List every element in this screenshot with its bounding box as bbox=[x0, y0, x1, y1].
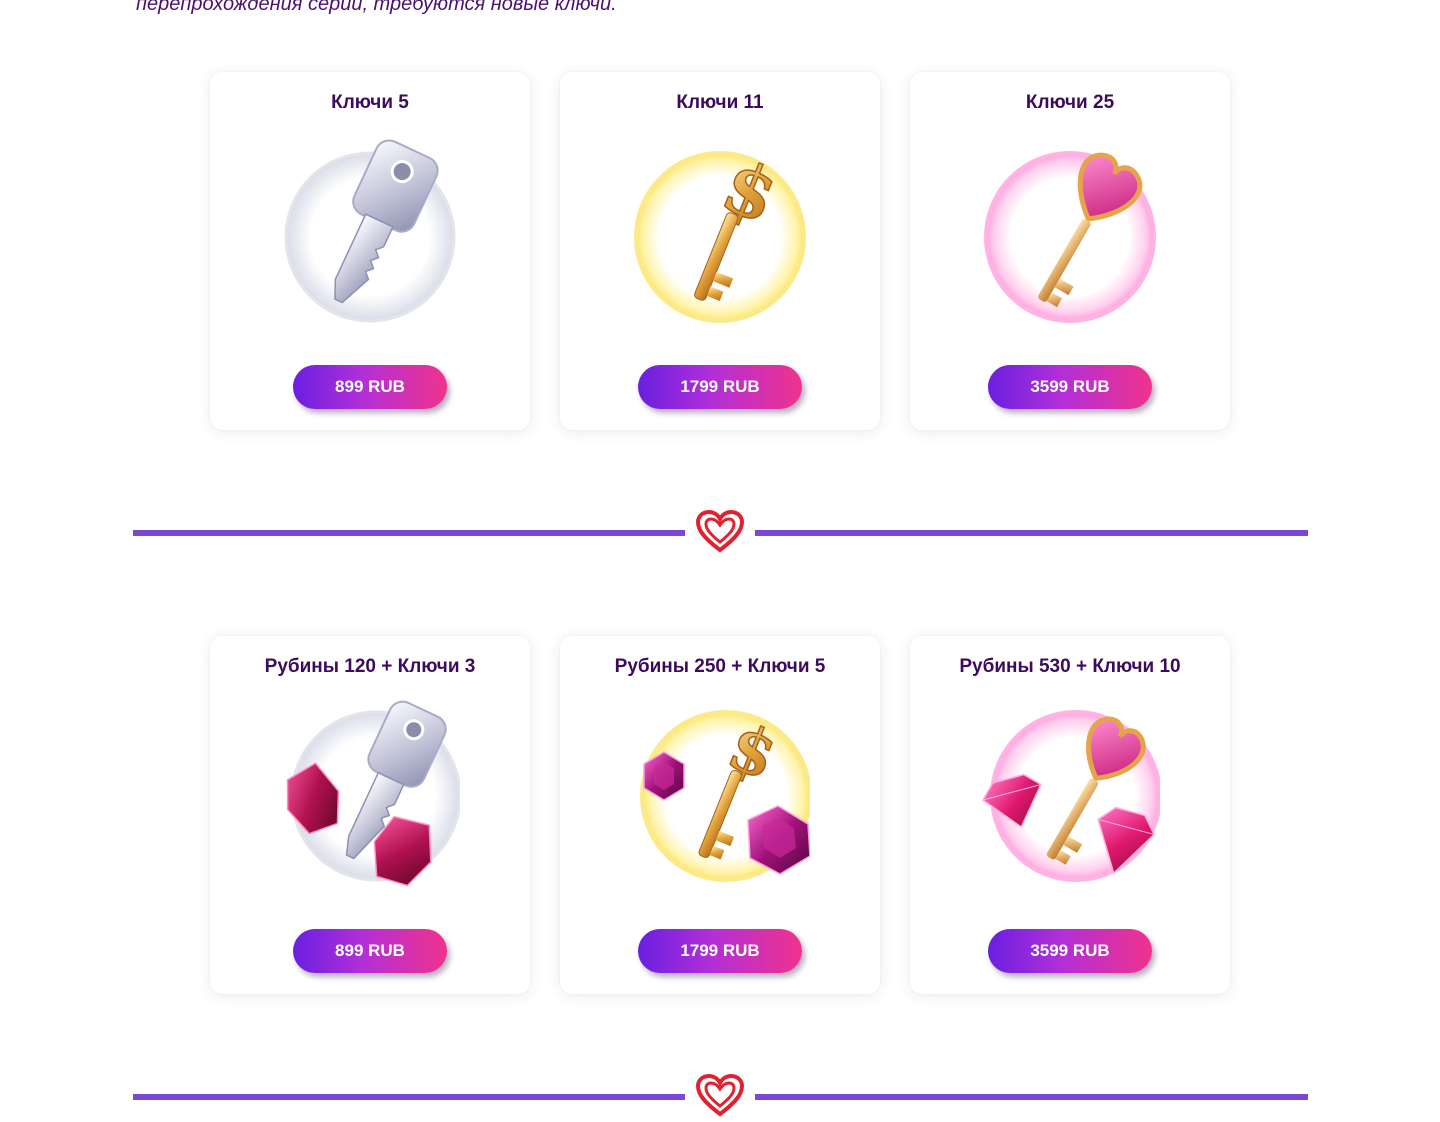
buy-button[interactable]: 1799 RUB bbox=[638, 929, 802, 973]
heart-icon bbox=[696, 1074, 744, 1118]
offer-title: Ключи 5 bbox=[331, 92, 409, 113]
heart-key-diamonds-icon bbox=[980, 696, 1160, 896]
section-divider bbox=[133, 508, 1308, 558]
divider-line bbox=[755, 1094, 1308, 1100]
divider-line bbox=[133, 530, 685, 536]
gold-dollar-key-icon: $ bbox=[630, 132, 810, 332]
offer-card-rubies-120-keys-3: Рубины 120 + Ключи 3 899 RUB bbox=[210, 636, 530, 994]
buy-button[interactable]: 1799 RUB bbox=[638, 365, 802, 409]
buy-button[interactable]: 3599 RUB bbox=[988, 929, 1152, 973]
section-divider bbox=[133, 1072, 1308, 1122]
buy-button[interactable]: 899 RUB bbox=[293, 929, 447, 973]
buy-button[interactable]: 899 RUB bbox=[293, 365, 447, 409]
pink-heart-key-icon bbox=[980, 132, 1160, 332]
offer-card-rubies-530-keys-10: Рубины 530 + Ключи 10 3599 RUB bbox=[910, 636, 1230, 994]
gold-key-rubies-icon: $ bbox=[630, 696, 810, 896]
offer-title: Рубины 530 + Ключи 10 bbox=[959, 656, 1181, 677]
silver-key-rubies-icon bbox=[280, 696, 460, 896]
heart-icon bbox=[696, 510, 744, 554]
offer-title: Рубины 120 + Ключи 3 bbox=[264, 656, 476, 677]
offer-title: Рубины 250 + Ключи 5 bbox=[614, 656, 826, 677]
offer-title: Ключи 25 bbox=[1025, 92, 1115, 113]
offer-card-keys-5: Ключи 5 899 RUB bbox=[210, 72, 530, 430]
keys-offers-grid: Ключи 5 899 RUB Ключи 11 $ 1799 RUB Ключ… bbox=[0, 72, 1440, 432]
silver-key-icon bbox=[280, 132, 460, 332]
intro-text: перепрохождения серий, требуются новые к… bbox=[136, 0, 617, 15]
offer-title: Ключи 11 bbox=[676, 92, 764, 113]
bundles-offers-grid: Рубины 120 + Ключи 3 899 RUB Рубины 250 … bbox=[0, 636, 1440, 996]
buy-button[interactable]: 3599 RUB bbox=[988, 365, 1152, 409]
offer-card-keys-25: Ключи 25 3599 RUB bbox=[910, 72, 1230, 430]
offer-card-keys-11: Ключи 11 $ 1799 RUB bbox=[560, 72, 880, 430]
offer-card-rubies-250-keys-5: Рубины 250 + Ключи 5 $ 1799 RUB bbox=[560, 636, 880, 994]
divider-line bbox=[133, 1094, 685, 1100]
divider-line bbox=[755, 530, 1308, 536]
